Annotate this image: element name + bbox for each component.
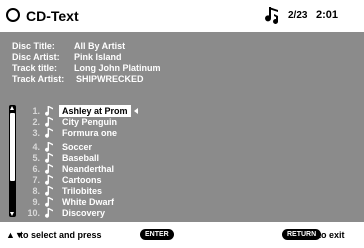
exit-instruction: to exit [318, 230, 345, 240]
track-number: 7. [32, 175, 40, 185]
footer-bar: ▲▼ to select and press ENTER RETURN to e… [0, 222, 364, 248]
music-note-icon [44, 164, 54, 175]
track-artist-row: Track Artist: SHIPWRECKED [12, 74, 144, 84]
disc-artist-label: Disc Artist: [12, 52, 60, 62]
track-name: Neanderthal [62, 164, 115, 174]
track-list-panel: 1. Ashley at Prom 2. City Penguin 3. Formura … [0, 90, 364, 222]
track-number: 4. [32, 142, 40, 152]
track-name: Soccer [62, 142, 93, 152]
music-note-icon [44, 117, 54, 128]
track-list-item[interactable]: 4. Soccer [22, 142, 222, 153]
track-name: Formura one [62, 128, 118, 138]
disc-artist-row: Disc Artist: Pink Island [12, 52, 122, 62]
scrollbar-thumb[interactable] [10, 113, 15, 181]
selection-arrow-icon [134, 108, 138, 114]
enter-button[interactable]: ENTER [140, 229, 174, 240]
track-name: City Penguin [62, 117, 118, 127]
track-list-item[interactable]: 1. Ashley at Prom [22, 105, 222, 117]
music-note-icon [44, 197, 54, 208]
track-name: Trilobites [62, 186, 103, 196]
track-list-item[interactable]: 3. Formura one [22, 128, 222, 139]
track-list-item[interactable]: 6. Neanderthal [22, 164, 222, 175]
scrollbar[interactable] [9, 105, 16, 217]
track-list-item[interactable]: 9. White Dwarf [22, 197, 222, 208]
track-number: 5. [32, 153, 40, 163]
return-button[interactable]: RETURN [282, 229, 322, 240]
select-instruction: to select and press [20, 230, 102, 240]
music-note-icon [265, 7, 279, 24]
track-list-item[interactable]: 7. Cartoons [22, 175, 222, 186]
track-name: Ashley at Prom [59, 105, 131, 117]
scroll-up-arrow-icon[interactable] [10, 106, 14, 110]
header-bar: CD-Text 2/23 2:01 [0, 0, 364, 32]
music-note-icon [44, 128, 54, 139]
music-note-icon [44, 208, 54, 219]
cd-text-screen: CD-Text 2/23 2:01 Disc Title: All By Art… [0, 0, 364, 248]
disc-artist-value: Pink Island [74, 52, 122, 62]
music-note-icon [44, 106, 54, 117]
track-number: 9. [32, 197, 40, 207]
track-list-item[interactable]: 10. Discovery [22, 208, 222, 219]
track-name: Cartoons [62, 175, 102, 185]
track-number: 1. [32, 106, 40, 116]
scroll-down-arrow-icon[interactable] [10, 212, 14, 216]
track-counter: 2/23 [288, 10, 308, 21]
track-artist-value: SHIPWRECKED [76, 74, 144, 84]
track-title-label: Track title: [12, 63, 58, 73]
track-artist-label: Track Artist: [12, 74, 65, 84]
track-name: Baseball [62, 153, 100, 163]
disc-title-row: Disc Title: All By Artist [12, 41, 125, 51]
music-note-icon [44, 153, 54, 164]
track-list-item[interactable]: 8. Trilobites [22, 186, 222, 197]
info-panel: Disc Title: All By Artist Disc Artist: P… [0, 32, 364, 90]
track-number: 6. [32, 164, 40, 174]
disc-title-value: All By Artist [74, 41, 126, 51]
music-note-icon [44, 186, 54, 197]
track-number: 10. [27, 208, 40, 218]
track-name: Discovery [62, 208, 106, 218]
page-title: CD-Text [26, 8, 79, 24]
track-list-item[interactable]: 2. City Penguin [22, 117, 222, 128]
track-list-item[interactable]: 5. Baseball [22, 153, 222, 164]
track-number: 3. [32, 128, 40, 138]
disc-icon [6, 8, 20, 22]
disc-title-label: Disc Title: [12, 41, 55, 51]
music-note-icon [44, 142, 54, 153]
track-number: 2. [32, 117, 40, 127]
track-number: 8. [32, 186, 40, 196]
track-title-row: Track title: Long John Platinum [12, 63, 161, 73]
track-title-value: Long John Platinum [74, 63, 161, 73]
elapsed-time: 2:01 [316, 9, 339, 21]
track-name: White Dwarf [62, 197, 115, 207]
music-note-icon [44, 175, 54, 186]
